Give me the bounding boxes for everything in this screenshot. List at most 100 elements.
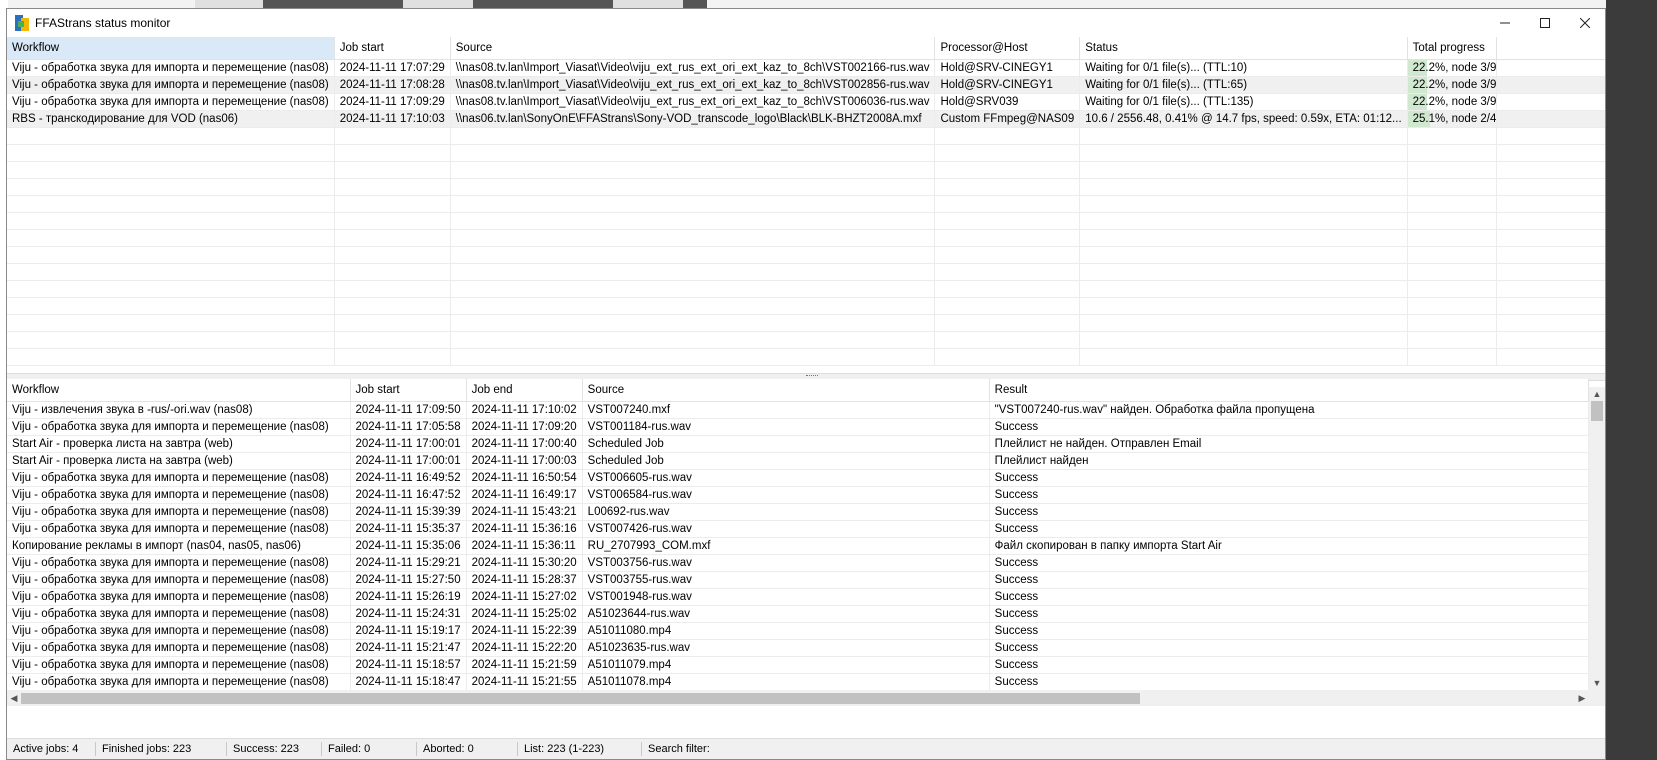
cell-source: VST001948-rus.wav [582,588,990,606]
status-monitor-window: FFAStrans status monitor Workflow Job st… [6,8,1606,760]
cell-workflow: Viju - обработка звука для импорта и пер… [7,554,351,572]
scroll-right-icon[interactable]: ▶ [1575,690,1589,706]
maximize-button[interactable] [1525,9,1565,37]
column-header-processor[interactable]: Processor@Host [934,37,1081,60]
empty-cell [7,348,335,366]
empty-cell [7,263,335,281]
window-title: FFAStrans status monitor [35,16,171,30]
cell-job-start: 2024-11-11 15:29:21 [350,554,467,572]
finished-horizontal-scrollbar[interactable]: ◀ ▶ [7,690,1605,706]
empty-row [7,212,1605,230]
empty-cell [934,178,1081,196]
scroll-down-icon[interactable]: ▼ [1589,676,1605,690]
table-row[interactable]: Viju - обработка звука для импорта и пер… [7,554,1589,572]
cell-job-start: 2024-11-11 15:21:47 [350,639,467,657]
search-filter-label[interactable]: Search filter: [642,742,716,756]
cell-status: Waiting for 0/1 file(s)... (TTL:10) [1079,59,1408,77]
close-icon [1580,18,1590,28]
minimize-button[interactable] [1485,9,1525,37]
empty-cell [934,161,1081,179]
cell-job-start: 2024-11-11 16:49:52 [350,469,467,487]
table-row[interactable]: Viju - обработка звука для импорта и пер… [7,418,1589,436]
cell-job-end: 2024-11-11 15:25:02 [466,605,583,623]
column-header-source[interactable]: Source [450,37,936,60]
status-list: List: 223 (1-223) [518,742,642,756]
column-header-workflow[interactable]: Workflow [7,37,335,60]
table-row[interactable]: Viju - обработка звука для импорта и пер… [7,59,1605,77]
empty-cell [1079,263,1408,281]
table-row[interactable]: Start Air - проверка листа на завтра (we… [7,435,1589,453]
empty-cell [1079,348,1408,366]
close-button[interactable] [1565,9,1605,37]
empty-cell [934,263,1081,281]
cell-workflow: Start Air - проверка листа на завтра (we… [7,452,351,470]
table-row[interactable]: Viju - обработка звука для импорта и пер… [7,93,1605,111]
finished-vertical-scrollbar[interactable]: ▲ ▼ [1589,387,1605,690]
table-row[interactable]: Viju - обработка звука для импорта и пер… [7,76,1605,94]
table-row[interactable]: Viju - обработка звука для импорта и пер… [7,656,1589,674]
cell-source: VST007426-rus.wav [582,520,990,538]
column-header-total-progress[interactable]: Total progress [1407,37,1498,60]
cell-total-progress: 22.2%, node 3/9 [1407,93,1498,111]
cell-result: Плейлист найден [989,452,1589,470]
scroll-up-icon[interactable]: ▲ [1589,387,1605,401]
cell-job-end: 2024-11-11 17:10:02 [466,401,583,419]
cell-job-end: 2024-11-11 15:22:20 [466,639,583,657]
cell-result: Success [989,418,1589,436]
column-header-job-start[interactable]: Job start [334,37,451,60]
scroll-left-icon[interactable]: ◀ [7,690,21,706]
cell-total-progress: 22.2%, node 3/9 [1407,59,1498,77]
empty-row [7,348,1605,366]
table-row[interactable]: Копирование рекламы в импорт (nas04, nas… [7,537,1589,555]
empty-cell [1407,127,1498,145]
table-row[interactable]: Viju - извлечения звука в -rus/-ori.wav … [7,401,1589,419]
table-row[interactable]: Viju - обработка звука для импорта и пер… [7,503,1589,521]
table-row[interactable]: Viju - обработка звука для импорта и пер… [7,605,1589,623]
empty-cell [450,246,936,264]
progress-text: 22.2%, node 3/9 [1412,96,1497,108]
empty-cell [450,195,936,213]
table-row[interactable]: Viju - обработка звука для импорта и пер… [7,469,1589,487]
cell-job-end: 2024-11-11 15:36:11 [466,537,583,555]
empty-cell [1407,212,1498,230]
vertical-scroll-thumb[interactable] [1591,401,1603,421]
empty-cell [1496,212,1605,230]
cell-result: Success [989,622,1589,640]
column-header-result[interactable]: Result [989,379,1589,402]
cell-result: Файл скопирован в папку импорта Start Ai… [989,537,1589,555]
column-header-source[interactable]: Source [582,379,990,402]
empty-row [7,229,1605,247]
empty-cell [334,161,451,179]
table-row[interactable]: Viju - обработка звука для импорта и пер… [7,673,1589,690]
cell-workflow: Viju - обработка звука для импорта и пер… [7,673,351,690]
column-header-job-start[interactable]: Job start [350,379,467,402]
table-row[interactable]: Viju - обработка звука для импорта и пер… [7,571,1589,589]
table-row[interactable]: Start Air - проверка листа на завтра (we… [7,452,1589,470]
cell-workflow: Viju - обработка звука для импорта и пер… [7,639,351,657]
empty-cell [1496,348,1605,366]
table-row[interactable]: Viju - обработка звука для импорта и пер… [7,520,1589,538]
empty-cell [934,348,1081,366]
cell-workflow: Viju - обработка звука для импорта и пер… [7,588,351,606]
empty-cell [334,246,451,264]
cell-source: Scheduled Job [582,452,990,470]
cell-job-end: 2024-11-11 17:00:03 [466,452,583,470]
empty-cell [334,314,451,332]
column-header-workflow[interactable]: Workflow [7,379,351,402]
table-row[interactable]: RBS - транскодирование для VOD (nas06) 20… [7,110,1605,128]
table-row[interactable]: Viju - обработка звука для импорта и пер… [7,486,1589,504]
empty-cell [1407,331,1498,349]
empty-cell [1079,280,1408,298]
empty-cell [7,195,335,213]
table-row[interactable]: Viju - обработка звука для импорта и пер… [7,622,1589,640]
horizontal-scroll-thumb[interactable] [21,693,1140,704]
table-row[interactable]: Viju - обработка звука для импорта и пер… [7,588,1589,606]
empty-row [7,331,1605,349]
cell-source: VST003756-rus.wav [582,554,990,572]
empty-cell [934,331,1081,349]
table-row[interactable]: Viju - обработка звука для импорта и пер… [7,639,1589,657]
cell-source: VST006584-rus.wav [582,486,990,504]
column-header-job-end[interactable]: Job end [466,379,583,402]
empty-cell [450,229,936,247]
column-header-status[interactable]: Status [1079,37,1408,60]
